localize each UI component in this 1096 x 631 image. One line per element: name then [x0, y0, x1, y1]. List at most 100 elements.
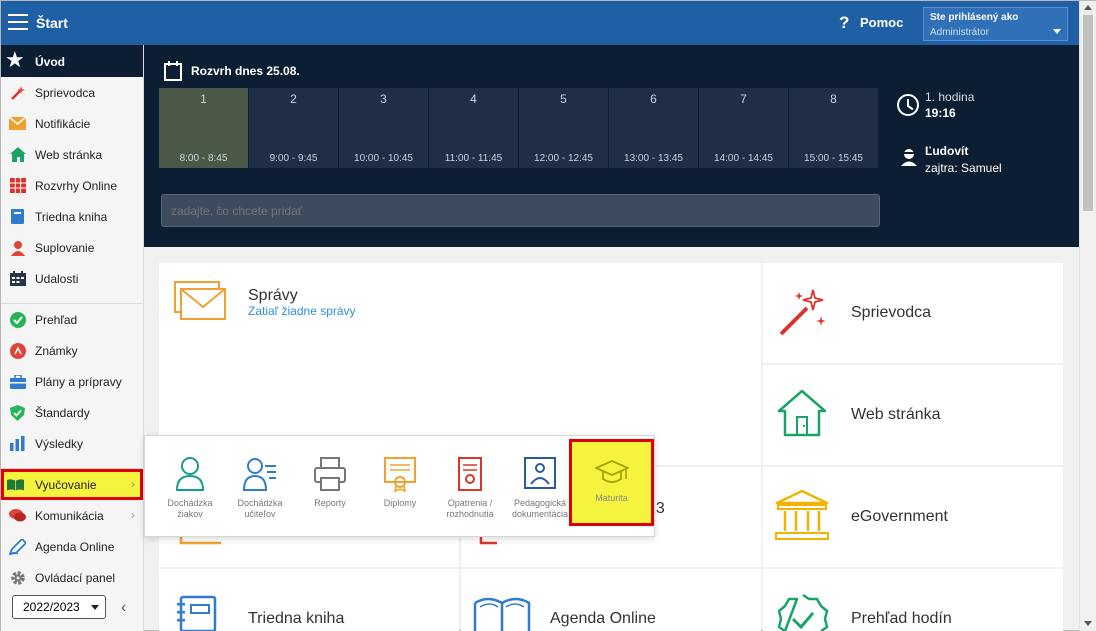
chat-icon: [9, 508, 26, 523]
envelope-icon: [174, 281, 226, 320]
submenu-pedagogicka-dokumentacia[interactable]: Pedagogická dokumentácia: [505, 456, 575, 520]
sidebar-item-rozvrhy-online[interactable]: Rozvrhy Online: [1, 170, 143, 201]
notebook-icon: [177, 595, 217, 631]
sidebar-item-ovladaci-panel[interactable]: Ovládací panel: [1, 562, 143, 593]
substitute-icon: [9, 240, 26, 256]
tile-web-stranka[interactable]: Web stránka: [763, 365, 1063, 465]
sidebar-item-komunikacia[interactable]: Komunikácia ›: [1, 500, 143, 531]
chevron-right-icon: ›: [131, 508, 135, 522]
submenu-label: rozhodnutia: [446, 509, 494, 519]
period-time: 10:00 - 10:45: [354, 153, 413, 164]
submenu-opatrenia[interactable]: Opatrenia / rozhodnutia: [435, 456, 505, 520]
tile-title: eGovernment: [851, 508, 948, 525]
period-cell[interactable]: 8 15:00 - 15:45: [789, 88, 878, 168]
tile-triedna-kniha[interactable]: Triedna kniha: [159, 569, 459, 631]
sidebar-item-label: Rozvrhy Online: [35, 179, 118, 193]
star-icon: ★: [5, 47, 25, 72]
submenu-label: dokumentácia: [511, 509, 569, 519]
school-year-select[interactable]: 2022/2023: [12, 595, 106, 619]
sidebar-item-vyucovanie[interactable]: Vyučovanie ›: [1, 469, 143, 500]
sidebar-item-label: Štandardy: [35, 406, 90, 420]
book-icon: [9, 209, 26, 224]
period-cell[interactable]: 4 11:00 - 11:45: [429, 88, 518, 168]
submenu-label: Reporty: [314, 498, 346, 508]
pen-icon: [9, 538, 26, 555]
tile-prehlad-hodin[interactable]: Prehľad hodín: [763, 569, 1063, 631]
scroll-down-icon[interactable]: [1084, 621, 1092, 626]
chevron-down-icon: [91, 605, 99, 610]
user-role: Administrátor: [930, 27, 989, 38]
sidebar-item-web-stranka[interactable]: Web stránka: [1, 139, 143, 170]
period-cell[interactable]: 1 8:00 - 8:45: [159, 88, 248, 168]
submenu-reporty[interactable]: Reporty: [295, 456, 365, 509]
calendar-icon: [9, 271, 26, 286]
period-cell[interactable]: 5 12:00 - 12:45: [519, 88, 608, 168]
sidebar-item-standardy[interactable]: Štandardy: [1, 397, 143, 428]
open-book-icon: [473, 597, 531, 631]
divider: [1, 294, 143, 304]
sidebar-item-label: Notifikácie: [35, 117, 91, 131]
tile-egovernment[interactable]: eGovernment: [763, 467, 1063, 567]
sidebar-item-plany-a-pripravy[interactable]: Plány a prípravy: [1, 366, 143, 397]
chevron-down-icon: [1053, 29, 1061, 34]
quick-add-input[interactable]: [161, 194, 880, 227]
submenu-maturita[interactable]: Maturita: [569, 439, 654, 526]
period-number: 3: [380, 92, 387, 106]
help-link[interactable]: Pomoc: [860, 15, 903, 30]
sidebar-item-agenda-online[interactable]: Agenda Online: [1, 531, 143, 562]
sidebar-item-uvod[interactable]: ★ Úvod: [1, 45, 143, 77]
period-cell[interactable]: 7 14:00 - 14:45: [699, 88, 788, 168]
submenu-dochadzka-ucitelov[interactable]: Dochádzka učiteľov: [225, 456, 295, 520]
sidebar-item-label: Triedna kniha: [35, 210, 108, 224]
page-title: Štart: [36, 15, 68, 31]
period-number: 8: [830, 92, 837, 106]
scroll-thumb[interactable]: [1083, 15, 1093, 211]
menu-icon[interactable]: [8, 14, 28, 30]
submenu-label: učiteľov: [244, 509, 276, 519]
chevron-left-icon[interactable]: ‹: [121, 599, 126, 617]
check-circle-icon: [9, 311, 26, 328]
period-number: 6: [650, 92, 657, 106]
sidebar-item-udalosti[interactable]: Udalosti: [1, 263, 143, 294]
envelope-icon: [9, 116, 26, 131]
sidebar-item-label: Sprievodca: [35, 86, 96, 100]
period-cell[interactable]: 3 10:00 - 10:45: [339, 88, 428, 168]
sidebar-item-label: Agenda Online: [35, 540, 115, 554]
sidebar-item-notifikacie[interactable]: Notifikácie: [1, 108, 143, 139]
sidebar-item-prehlad[interactable]: Prehľad: [1, 304, 143, 335]
briefcase-icon: [9, 374, 26, 389]
submenu-label: Dochádzka: [237, 498, 283, 508]
sidebar-item-sprievodca[interactable]: Sprievodca: [1, 77, 143, 108]
name-day-today: Ľudovít: [925, 144, 969, 158]
sidebar-item-triedna-kniha[interactable]: Triedna kniha: [1, 201, 143, 232]
period-time: 15:00 - 15:45: [804, 153, 863, 164]
scroll-up-icon[interactable]: [1084, 5, 1092, 10]
period-time: 8:00 - 8:45: [179, 153, 228, 164]
current-time: 19:16: [925, 106, 956, 120]
submenu-dochadzka-ziakov[interactable]: Dochádzka žiakov: [155, 456, 225, 520]
sidebar-item-label: Web stránka: [35, 148, 103, 162]
tile-title: Prehľad hodín: [851, 610, 952, 627]
government-building-icon: [775, 489, 829, 540]
period-cell[interactable]: 6 13:00 - 13:45: [609, 88, 698, 168]
period-cell[interactable]: 2 9:00 - 9:45: [249, 88, 338, 168]
sidebar-item-label: Známky: [35, 344, 78, 358]
teacher-icon: [243, 458, 276, 491]
tile-agenda-online[interactable]: Agenda Online: [461, 569, 761, 631]
sidebar-item-znamky[interactable]: Známky: [1, 335, 143, 366]
submenu-label: Pedagogická: [513, 498, 567, 508]
submenu-label: Diplomy: [383, 498, 417, 508]
submenu-diplomy[interactable]: Diplomy: [365, 456, 435, 509]
scrollbar[interactable]: [1079, 1, 1096, 631]
document-icon: [458, 457, 482, 491]
sidebar-item-suplovanie[interactable]: Suplovanie: [1, 232, 143, 263]
grid-icon: [9, 178, 26, 193]
vyucovanie-submenu: Dochádzka žiakov Dochádzka učiteľov Repo…: [144, 435, 655, 537]
user-dropdown[interactable]: Ste prihlásený ako Administrátor: [923, 7, 1068, 41]
sidebar-item-vysledky[interactable]: Výsledky: [1, 428, 143, 459]
tile-subtitle[interactable]: Zatiaľ žiadne správy: [248, 304, 356, 318]
help-icon[interactable]: ?: [839, 13, 849, 33]
calendar-icon: [164, 61, 182, 81]
sidebar: ★ Úvod Sprievodca Notifikácie Web stránk…: [1, 45, 144, 631]
tile-sprievodca[interactable]: Sprievodca: [763, 263, 1063, 363]
